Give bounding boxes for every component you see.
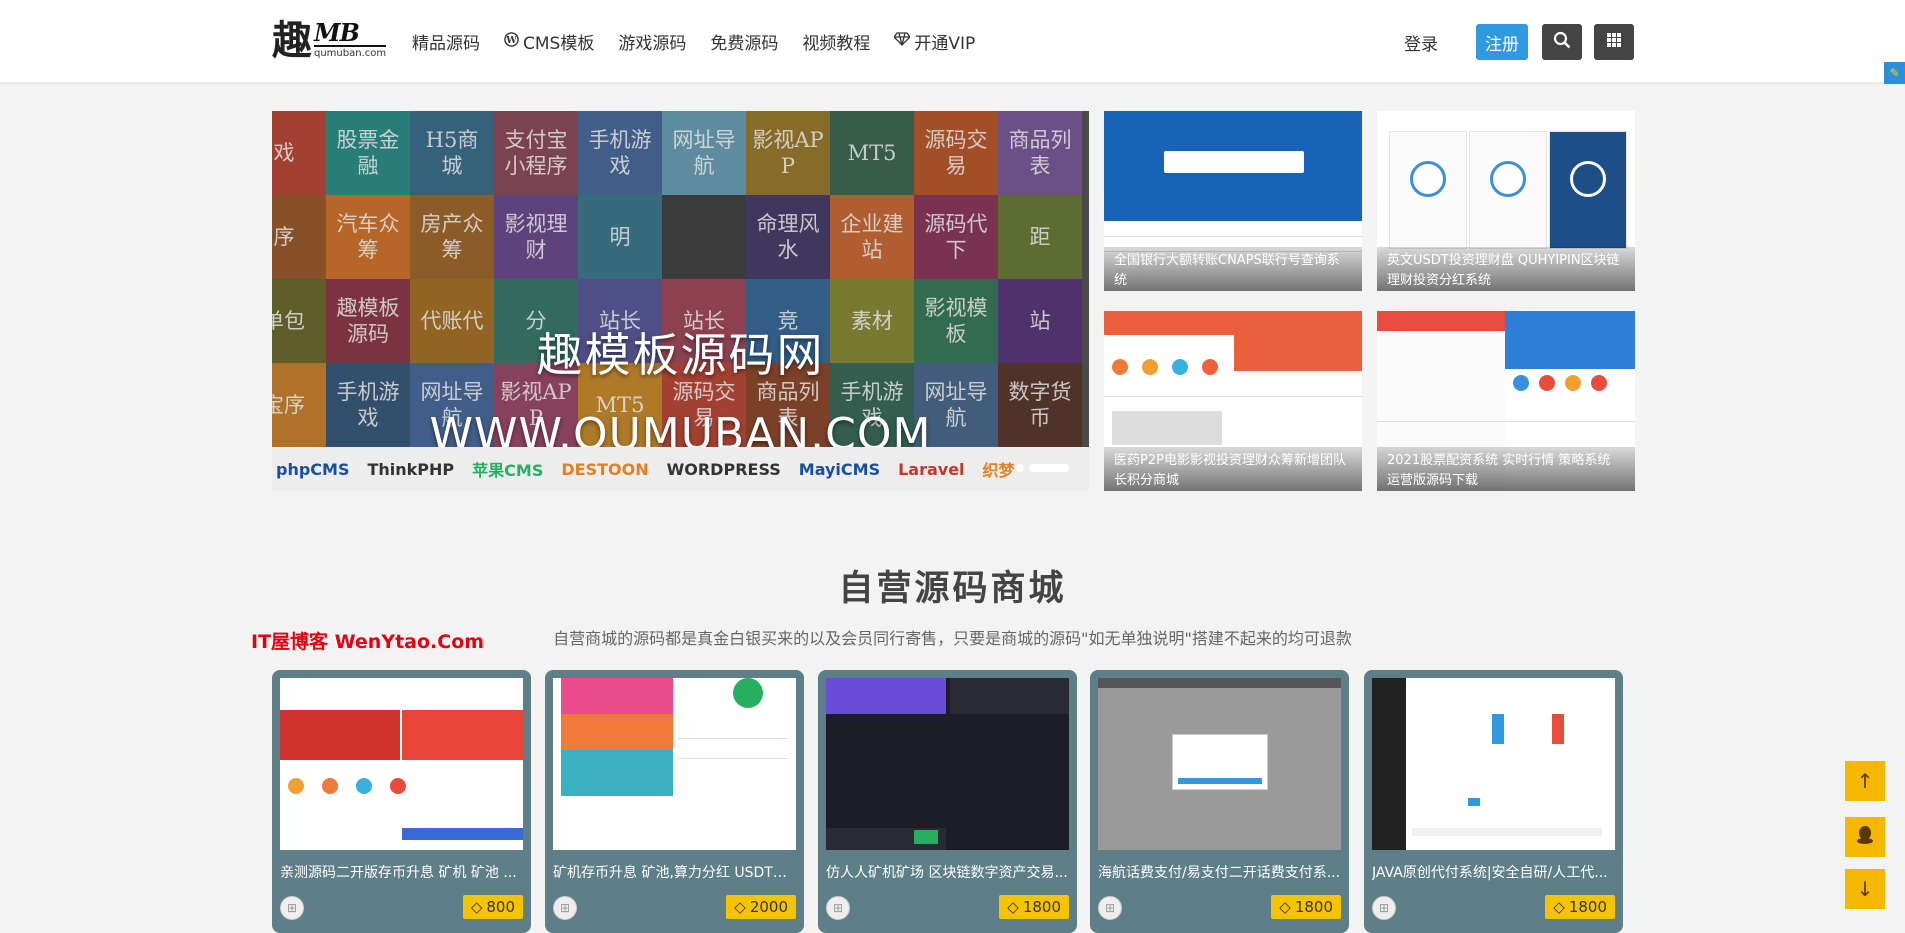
- feature-screenshot: [1104, 111, 1362, 221]
- scroll-down-button[interactable]: ↓: [1845, 869, 1885, 909]
- nav-item-vip[interactable]: 开通VIP: [893, 28, 976, 54]
- nav-label: 免费源码: [710, 33, 779, 54]
- qq-contact-button[interactable]: [1845, 817, 1885, 857]
- product-title[interactable]: 海航话费支付/易支付二开话费支付系...: [1098, 862, 1341, 882]
- site-header: 趣 MB qumuban.com 精品源码 W CMS模板 游戏源码 免费源码 …: [0, 0, 1905, 82]
- product-thumbnail: [826, 678, 1069, 850]
- grid-icon: [1606, 32, 1622, 52]
- carousel-dot[interactable]: [1016, 464, 1024, 472]
- feature-caption: 2021股票配资系统 实时行情 策略系统 运营版源码下载: [1377, 447, 1635, 491]
- arrow-down-icon: ↓: [1856, 877, 1874, 901]
- feature-caption: 英文USDT投资理财盘 QUHYIPIN区块链理财投资分红系统: [1377, 247, 1635, 291]
- cms-logo: phpCMS: [276, 459, 350, 479]
- cms-logo: 苹果CMS: [472, 461, 544, 480]
- nav-label: CMS模板: [523, 33, 595, 54]
- cms-logo: Laravel: [898, 459, 965, 479]
- avatar: ⊞: [1098, 896, 1122, 920]
- back-to-top-button[interactable]: ↑: [1845, 761, 1885, 801]
- product-card[interactable]: 矿机存币升息 矿池,算力分红 USDT区... ⊞ ◇ 2000: [545, 670, 804, 933]
- price-value: 1800: [1022, 898, 1061, 916]
- product-card[interactable]: 仿人人矿机矿场 区块链数字资产交易... ⊞ ◇ 1800: [818, 670, 1077, 933]
- product-thumbnail: [280, 678, 523, 850]
- avatar: ⊞: [280, 896, 304, 920]
- side-flag-icon[interactable]: ✎: [1884, 62, 1905, 84]
- nav-item-videos[interactable]: 视频教程: [802, 28, 870, 54]
- nav-label: 开通VIP: [914, 33, 976, 54]
- cms-logo: WORDPRESS: [666, 459, 781, 479]
- qq-icon: [1856, 825, 1874, 850]
- price-badge: ◇ 1800: [1545, 895, 1615, 919]
- main-nav: 精品源码 W CMS模板 游戏源码 免费源码 视频教程 开通VIP: [412, 28, 999, 54]
- cms-logo: ThinkPHP: [367, 459, 455, 479]
- product-thumbnail: [553, 678, 796, 850]
- apps-menu-button[interactable]: [1594, 24, 1634, 60]
- product-title[interactable]: 亲测源码二开版存币升息 矿机 矿池 ...: [280, 862, 523, 882]
- nav-item-games[interactable]: 游戏源码: [618, 28, 686, 54]
- product-card[interactable]: 亲测源码二开版存币升息 矿机 矿池 ... ⊞ ◇ 800: [272, 670, 531, 933]
- cms-logo: 织梦: [982, 461, 1015, 480]
- diamond-icon: ◇: [1279, 898, 1291, 916]
- price-badge: ◇ 2000: [726, 895, 796, 919]
- wordpress-icon: W: [504, 31, 519, 51]
- price-value: 1800: [1568, 898, 1607, 916]
- diamond-icon: ◇: [1553, 898, 1565, 916]
- register-button[interactable]: 注册: [1476, 24, 1528, 60]
- price-value: 2000: [749, 898, 788, 916]
- product-card[interactable]: JAVA原创代付系统|安全自研/人工代... ⊞ ◇ 1800: [1364, 670, 1623, 933]
- diamond-icon: ◇: [734, 898, 746, 916]
- hero-banner[interactable]: 戏股票金融 H5商城 支付宝小程序 手机游戏 网址导航 影视APP MT5 源码交易 商品列表序…: [272, 111, 1089, 491]
- nav-label: 视频教程: [802, 33, 871, 54]
- avatar: ⊞: [826, 896, 850, 920]
- logo-char: 趣: [272, 17, 312, 64]
- feature-caption: 全国银行大额转账CNAPS联行号查询系统: [1104, 247, 1362, 291]
- price-badge: ◇ 800: [462, 895, 523, 919]
- nav-label: 精品源码: [412, 33, 480, 54]
- search-button[interactable]: [1542, 24, 1582, 60]
- avatar: ⊞: [553, 896, 577, 920]
- price-value: 800: [486, 898, 515, 916]
- search-icon: [1553, 31, 1571, 53]
- diamond-icon: ◇: [470, 898, 483, 916]
- product-title[interactable]: 矿机存币升息 矿池,算力分红 USDT区...: [553, 862, 796, 882]
- nav-item-cms[interactable]: W CMS模板: [504, 28, 594, 54]
- nav-item-premium[interactable]: 精品源码: [412, 28, 480, 54]
- product-title[interactable]: 仿人人矿机矿场 区块链数字资产交易...: [826, 862, 1069, 882]
- logo-mark: MB: [314, 21, 387, 47]
- cms-logo-strip: phpCMS ThinkPHP 苹果CMS DESTOON WORDPRESS MayiC…: [272, 447, 1089, 491]
- price-badge: ◇ 1800: [1271, 895, 1341, 919]
- banner-overlay: [272, 111, 1089, 447]
- nav-item-free[interactable]: 免费源码: [710, 28, 778, 54]
- product-title[interactable]: JAVA原创代付系统|安全自研/人工代...: [1372, 862, 1615, 882]
- banner-title: 趣模板源码网: [536, 328, 825, 382]
- feature-card[interactable]: 全国银行大额转账CNAPS联行号查询系统: [1104, 111, 1362, 291]
- watermark-text: IT屋博客 WenYtao.Com: [251, 631, 485, 653]
- cms-logo: MayiCMS: [798, 459, 881, 479]
- carousel-dot-active[interactable]: [1029, 464, 1069, 472]
- feature-card[interactable]: 医药P2P电影影视投资理财众筹新增团队长积分商城: [1104, 311, 1362, 491]
- svg-text:W: W: [505, 34, 517, 45]
- product-card[interactable]: 海航话费支付/易支付二开话费支付系... ⊞ ◇ 1800: [1090, 670, 1349, 933]
- diamond-icon: ◇: [1007, 898, 1019, 916]
- arrow-up-icon: ↑: [1856, 769, 1874, 793]
- cms-logo: DESTOON: [561, 459, 649, 479]
- section-title: 自营源码商城: [838, 569, 1067, 609]
- product-thumbnail: [1372, 678, 1615, 850]
- login-link[interactable]: 登录: [1404, 30, 1438, 55]
- avatar: ⊞: [1372, 896, 1396, 920]
- product-thumbnail: [1098, 678, 1341, 850]
- logo-domain: qumuban.com: [314, 48, 387, 59]
- price-badge: ◇ 1800: [999, 895, 1069, 919]
- diamond-icon: [893, 32, 912, 50]
- feature-card[interactable]: 2021股票配资系统 实时行情 策略系统 运营版源码下载: [1377, 311, 1635, 491]
- carousel-dots: [1016, 464, 1069, 472]
- feature-card[interactable]: 英文USDT投资理财盘 QUHYIPIN区块链理财投资分红系统: [1377, 111, 1635, 291]
- feature-caption: 医药P2P电影影视投资理财众筹新增团队长积分商城: [1104, 447, 1362, 491]
- site-logo[interactable]: 趣 MB qumuban.com: [272, 20, 392, 62]
- nav-label: 游戏源码: [618, 33, 687, 54]
- price-value: 1800: [1294, 898, 1333, 916]
